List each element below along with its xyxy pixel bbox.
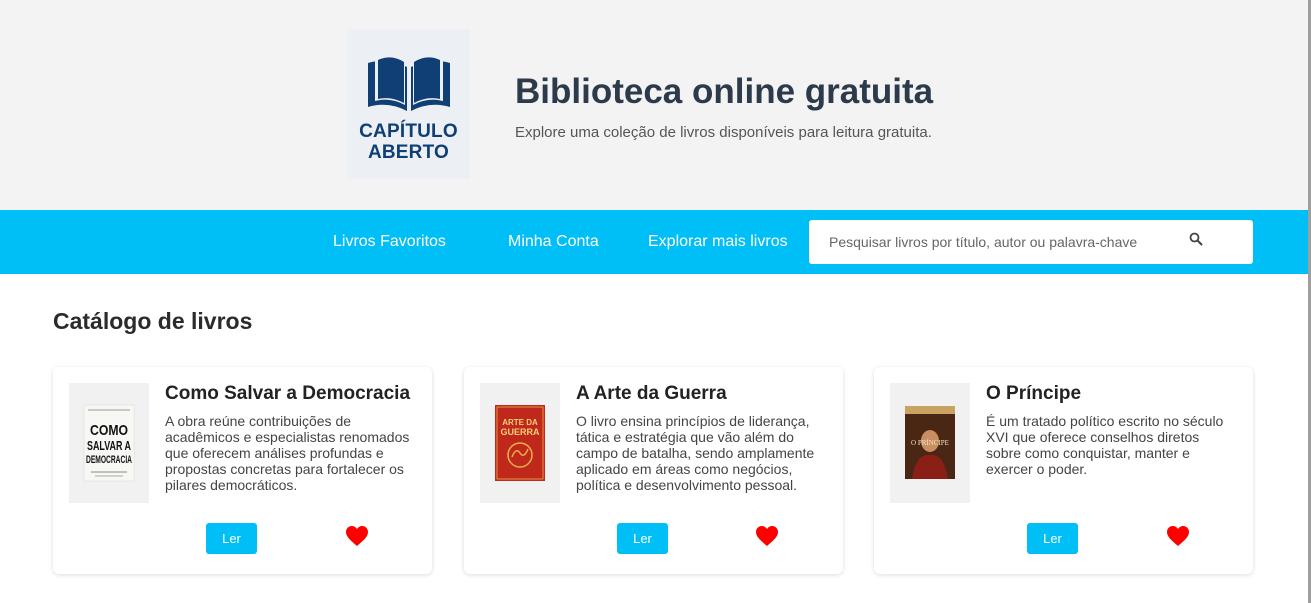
- book-cover: ARTE DA GUERRA: [480, 383, 560, 503]
- book-card: ARTE DA GUERRA A Arte da Guerra O livro …: [464, 367, 843, 574]
- book-card: O PRÍNCIPE O Príncipe É um tratado polít…: [874, 367, 1253, 574]
- site-logo: CAPÍTULO ABERTO: [347, 29, 470, 179]
- book-description: O livro ensina princípios de liderança, …: [576, 413, 815, 493]
- cover-text-line2: GUERRA: [500, 427, 540, 437]
- book-title: Como Salvar a Democracia: [165, 383, 411, 404]
- book-card: COMO SALVAR A DEMOCRACIA Como Salvar a D…: [53, 367, 432, 574]
- book-description: A obra reúne contribuições de acadêmicos…: [165, 413, 410, 493]
- book-description: É um tratado político escrito no século …: [986, 413, 1224, 477]
- cover-text-line1: COMO: [90, 422, 128, 439]
- read-button[interactable]: Ler: [617, 523, 668, 554]
- cover-text-line2: SALVAR A: [87, 438, 131, 453]
- book-cover-image: COMO SALVAR A DEMOCRACIA: [83, 404, 135, 482]
- heart-icon[interactable]: [755, 525, 779, 547]
- search-icon[interactable]: [1188, 231, 1204, 247]
- nav-link-explore[interactable]: Explorar mais livros: [648, 210, 788, 274]
- heart-icon[interactable]: [1166, 525, 1190, 547]
- catalog-title: Catálogo de livros: [53, 308, 253, 334]
- book-title: O Príncipe: [986, 383, 1082, 404]
- book-cover-image: O PRÍNCIPE: [905, 406, 955, 479]
- site-subtitle: Explore uma coleção de livros disponívei…: [515, 124, 932, 141]
- book-cover: COMO SALVAR A DEMOCRACIA: [69, 383, 149, 503]
- search-box: [809, 220, 1253, 264]
- nav-link-favorites[interactable]: Livros Favoritos: [333, 210, 446, 274]
- read-button[interactable]: Ler: [1027, 523, 1078, 554]
- open-book-icon: [368, 57, 450, 111]
- cover-text-line3: DEMOCRACIA: [86, 454, 132, 466]
- read-button[interactable]: Ler: [206, 523, 257, 554]
- nav-link-account[interactable]: Minha Conta: [508, 210, 599, 274]
- logo-text-line2: ABERTO: [367, 142, 450, 163]
- search-input[interactable]: [809, 220, 1189, 264]
- cover-text-line1: O PRÍNCIPE: [911, 439, 949, 447]
- cover-text-line1: ARTE DA: [502, 418, 538, 427]
- book-cover: O PRÍNCIPE: [890, 383, 970, 503]
- book-cover-image: ARTE DA GUERRA: [495, 405, 545, 481]
- site-header: CAPÍTULO ABERTO Biblioteca online gratui…: [0, 0, 1308, 210]
- logo-text-line1: CAPÍTULO: [359, 121, 458, 142]
- heart-icon[interactable]: [345, 525, 369, 547]
- site-title: Biblioteca online gratuita: [515, 72, 934, 111]
- book-title: A Arte da Guerra: [576, 383, 727, 404]
- main-navbar: Livros Favoritos Minha Conta Explorar ma…: [0, 210, 1308, 274]
